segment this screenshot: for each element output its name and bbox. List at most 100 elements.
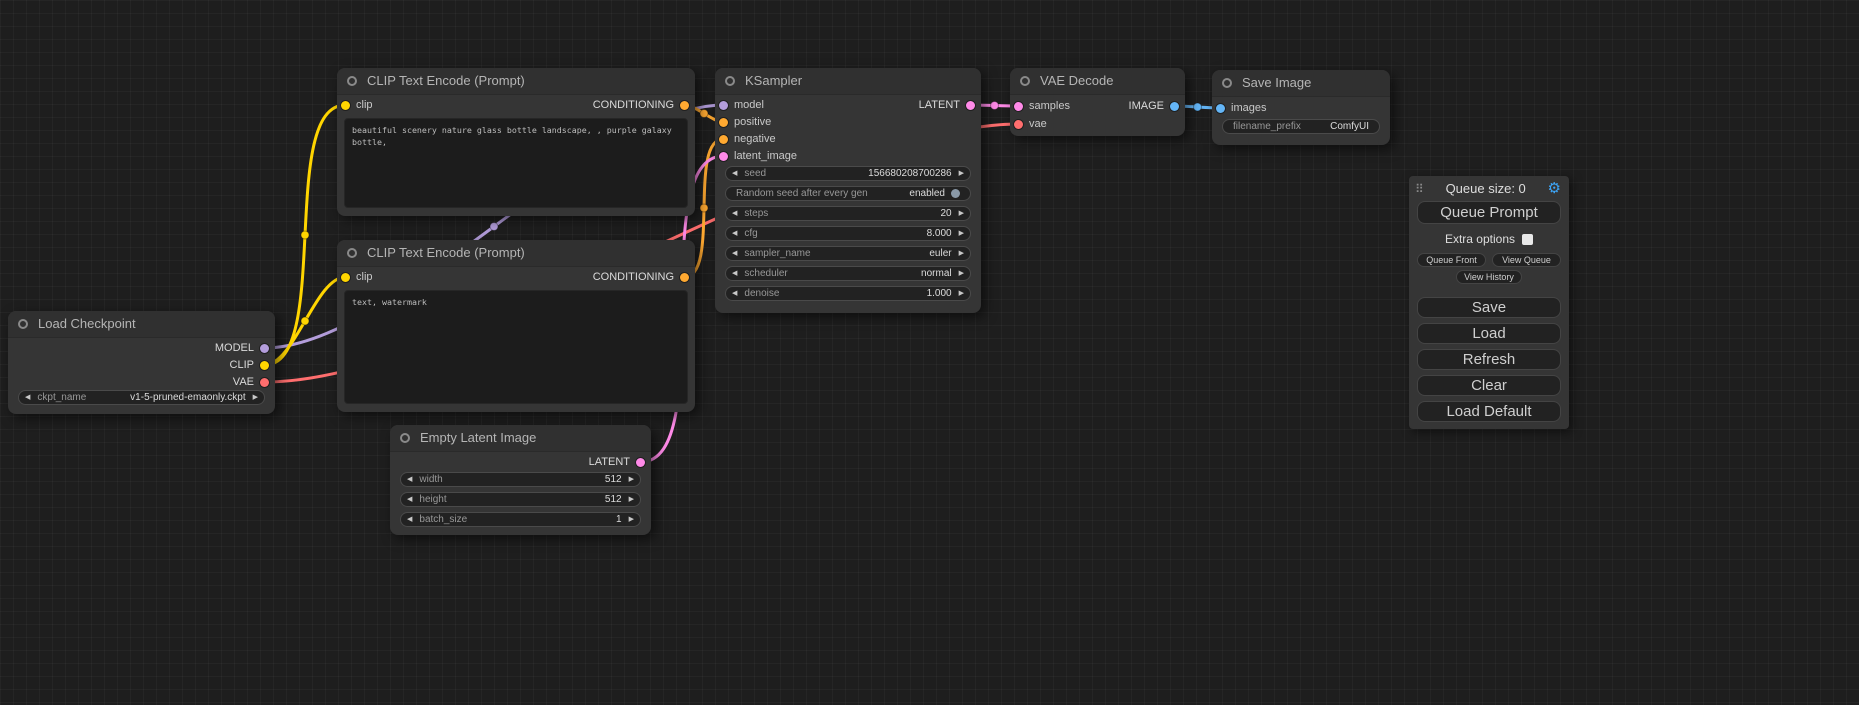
random-seed-toggle[interactable]: Random seed after every gen enabled [725,186,971,201]
node-graph-canvas[interactable]: Load Checkpoint MODEL CLIP VAE ◀ ckpt_na… [0,0,1859,705]
collapse-dot-icon[interactable] [1020,76,1030,86]
load-default-button[interactable]: Load Default [1417,401,1561,422]
output-port-conditioning[interactable] [680,101,689,110]
collapse-dot-icon[interactable] [400,433,410,443]
node-title-bar[interactable]: Save Image [1212,70,1390,97]
filename-prefix-widget[interactable]: filename_prefix ComfyUI [1222,119,1380,134]
output-port-latent[interactable] [966,101,975,110]
input-slot-images: images [1216,101,1266,115]
increment-arrow-icon[interactable]: ▶ [629,476,634,483]
node-clip-text-encode-negative[interactable]: CLIP Text Encode (Prompt) clip CONDITION… [337,240,695,412]
batch-size-widget[interactable]: ◀ batch_size 1 ▶ [400,512,641,527]
output-port-model[interactable] [260,344,269,353]
decrement-arrow-icon[interactable]: ◀ [732,170,737,177]
node-title: Load Checkpoint [38,316,136,331]
input-port-samples[interactable] [1014,102,1023,111]
decrement-arrow-icon[interactable]: ◀ [732,250,737,257]
node-title: Save Image [1242,75,1311,90]
input-port-model[interactable] [719,101,728,110]
decrement-arrow-icon[interactable]: ◀ [732,230,737,237]
load-button[interactable]: Load [1417,323,1561,344]
collapse-dot-icon[interactable] [347,76,357,86]
node-title-bar[interactable]: Load Checkpoint [8,311,275,338]
node-title-bar[interactable]: CLIP Text Encode (Prompt) [337,68,695,95]
steps-widget[interactable]: ◀ steps 20 ▶ [725,206,971,221]
collapse-dot-icon[interactable] [18,319,28,329]
denoise-widget[interactable]: ◀ denoise 1.000 ▶ [725,286,971,301]
node-title-bar[interactable]: VAE Decode [1010,68,1185,95]
drag-handle-icon[interactable]: ⠿ [1415,182,1424,196]
input-port-positive[interactable] [719,118,728,127]
settings-gear-icon[interactable]: ⚙ [1548,181,1561,196]
widget-value: 156680208700286 [868,168,951,179]
collapse-dot-icon[interactable] [725,76,735,86]
increment-arrow-icon[interactable]: ▶ [629,516,634,523]
increment-arrow-icon[interactable]: ▶ [959,230,964,237]
increment-arrow-icon[interactable]: ▶ [959,250,964,257]
node-save-image[interactable]: Save Image images filename_prefix ComfyU… [1212,70,1390,145]
view-history-button[interactable]: View History [1456,270,1522,284]
output-port-conditioning[interactable] [680,273,689,282]
decrement-arrow-icon[interactable]: ◀ [25,394,30,401]
increment-arrow-icon[interactable]: ▶ [959,290,964,297]
extra-options-checkbox[interactable] [1522,234,1533,245]
increment-arrow-icon[interactable]: ▶ [629,496,634,503]
queue-size-label: Queue size: 0 [1424,181,1548,196]
widget-value: 8.000 [927,228,952,239]
input-port-vae[interactable] [1014,120,1023,129]
node-title-bar[interactable]: KSampler [715,68,981,95]
view-queue-button[interactable]: View Queue [1492,253,1561,267]
prompt-textarea[interactable]: beautiful scenery nature glass bottle la… [344,118,688,208]
node-load-checkpoint[interactable]: Load Checkpoint MODEL CLIP VAE ◀ ckpt_na… [8,311,275,414]
seed-widget[interactable]: ◀ seed 156680208700286 ▶ [725,166,971,181]
input-port-latent-image[interactable] [719,152,728,161]
refresh-button[interactable]: Refresh [1417,349,1561,370]
increment-arrow-icon[interactable]: ▶ [253,394,258,401]
clear-button[interactable]: Clear [1417,375,1561,396]
decrement-arrow-icon[interactable]: ◀ [732,210,737,217]
input-port-clip[interactable] [341,101,350,110]
node-title-bar[interactable]: Empty Latent Image [390,425,651,452]
widget-value: 1.000 [927,288,952,299]
input-port-clip[interactable] [341,273,350,282]
decrement-arrow-icon[interactable]: ◀ [407,496,412,503]
decrement-arrow-icon[interactable]: ◀ [407,516,412,523]
width-widget[interactable]: ◀ width 512 ▶ [400,472,641,487]
toggle-knob-icon[interactable] [951,189,960,198]
ckpt-name-widget[interactable]: ◀ ckpt_name v1-5-pruned-emaonly.ckpt ▶ [18,390,265,405]
input-slot-clip: clip [341,98,373,112]
save-button[interactable]: Save [1417,297,1561,318]
node-vae-decode[interactable]: VAE Decode samples vae IMAGE [1010,68,1185,136]
collapse-dot-icon[interactable] [347,248,357,258]
collapse-dot-icon[interactable] [1222,78,1232,88]
prompt-textarea[interactable]: text, watermark [344,290,688,404]
output-port-vae[interactable] [260,378,269,387]
sampler-name-widget[interactable]: ◀ sampler_name euler ▶ [725,246,971,261]
output-port-clip[interactable] [260,361,269,370]
queue-front-button[interactable]: Queue Front [1417,253,1486,267]
decrement-arrow-icon[interactable]: ◀ [732,290,737,297]
output-port-image[interactable] [1170,102,1179,111]
decrement-arrow-icon[interactable]: ◀ [732,270,737,277]
input-port-negative[interactable] [719,135,728,144]
node-title-bar[interactable]: CLIP Text Encode (Prompt) [337,240,695,267]
height-widget[interactable]: ◀ height 512 ▶ [400,492,641,507]
widget-label: seed [744,168,766,179]
node-ksampler[interactable]: KSampler model positive negative latent_… [715,68,981,313]
extra-options-row: Extra options [1409,232,1569,246]
slot-label: images [1231,102,1266,114]
increment-arrow-icon[interactable]: ▶ [959,210,964,217]
increment-arrow-icon[interactable]: ▶ [959,170,964,177]
widget-label: sampler_name [744,248,810,259]
input-port-images[interactable] [1216,104,1225,113]
node-clip-text-encode-positive[interactable]: CLIP Text Encode (Prompt) clip CONDITION… [337,68,695,216]
decrement-arrow-icon[interactable]: ◀ [407,476,412,483]
scheduler-widget[interactable]: ◀ scheduler normal ▶ [725,266,971,281]
cfg-widget[interactable]: ◀ cfg 8.000 ▶ [725,226,971,241]
input-slot-samples: samples [1014,99,1070,113]
node-title: KSampler [745,73,802,88]
increment-arrow-icon[interactable]: ▶ [959,270,964,277]
node-empty-latent-image[interactable]: Empty Latent Image LATENT ◀ width 512 ▶ … [390,425,651,535]
queue-prompt-button[interactable]: Queue Prompt [1417,201,1561,224]
output-port-latent[interactable] [636,458,645,467]
